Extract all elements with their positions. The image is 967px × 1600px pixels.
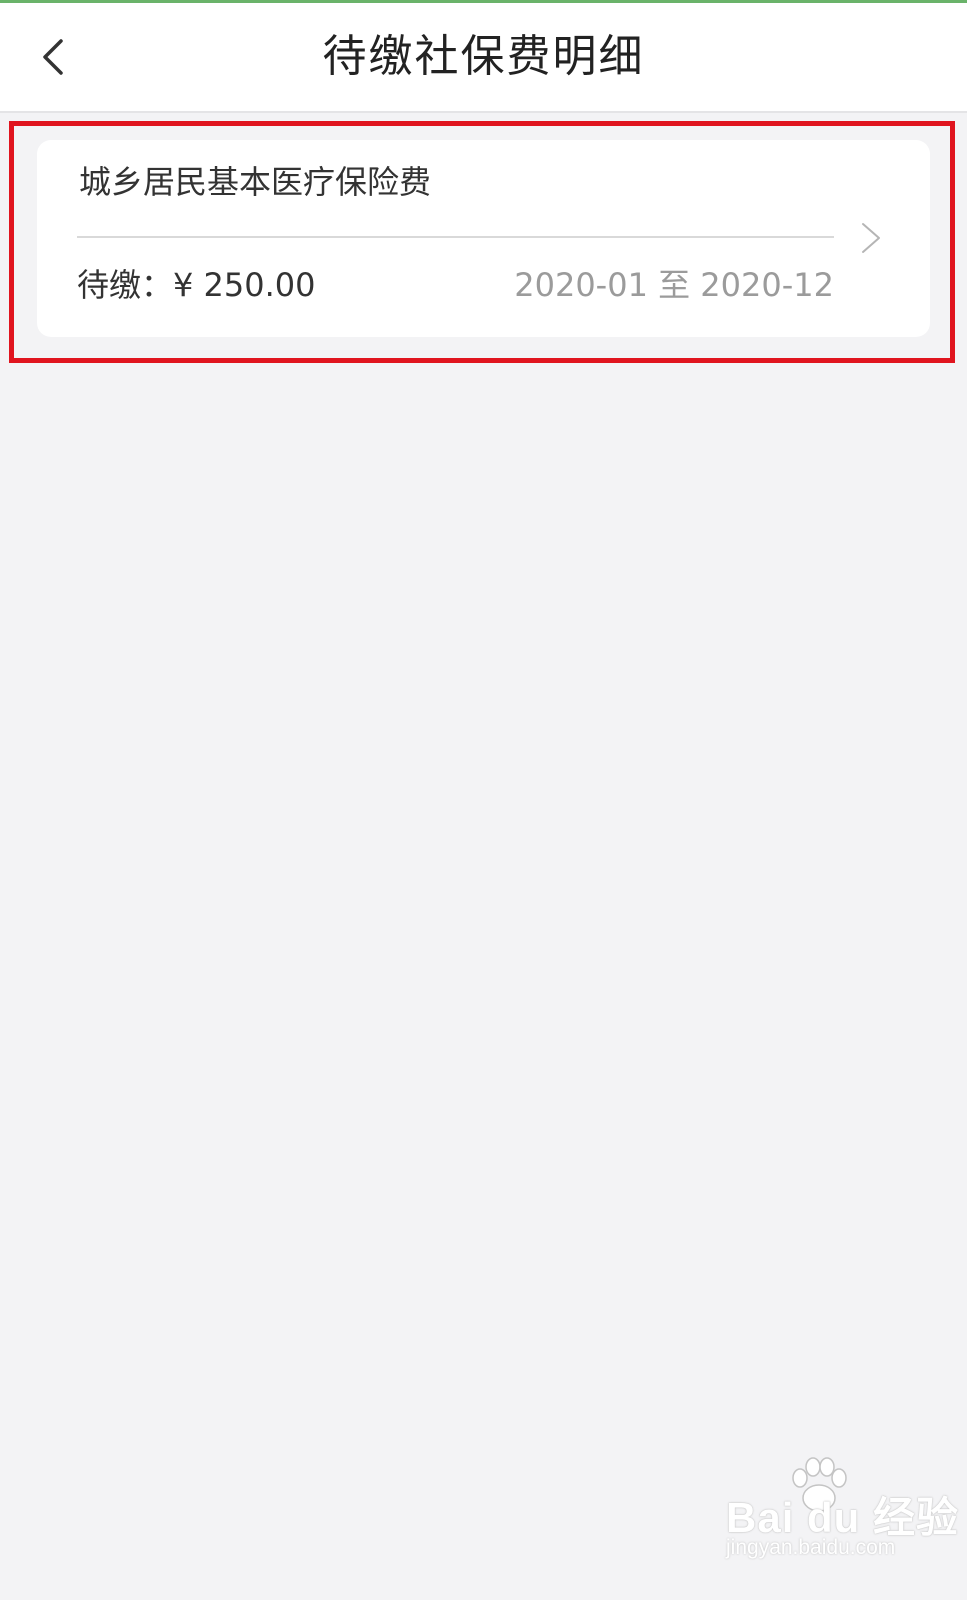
baidu-jingyan-watermark: Bai du 经验 jingyan.baidu.com	[726, 1456, 958, 1566]
amount-due: 待缴：¥ 250.00	[77, 262, 316, 308]
insurance-fee-card[interactable]: 城乡居民基本医疗保险费 待缴：¥ 250.00 2020-01 至 2020-1…	[37, 140, 930, 337]
paw-icon	[792, 1457, 847, 1512]
fee-item-title: 城乡居民基本医疗保险费	[79, 163, 432, 201]
chevron-left-icon	[43, 39, 63, 75]
page-title: 待缴社保费明细	[322, 31, 645, 82]
billing-period: 2020-01 至 2020-12	[514, 266, 834, 304]
amount-value: 250.00	[203, 266, 316, 304]
card-divider	[77, 236, 834, 238]
chevron-right-icon	[855, 218, 885, 258]
nav-header: 待缴社保费明细	[0, 3, 967, 113]
watermark-brand: Bai du 经验	[726, 1494, 960, 1541]
watermark-url: jingyan.baidu.com	[726, 1536, 896, 1559]
currency-symbol: ¥	[173, 266, 194, 304]
amount-label: 待缴：	[77, 266, 174, 304]
back-button[interactable]	[28, 25, 78, 89]
